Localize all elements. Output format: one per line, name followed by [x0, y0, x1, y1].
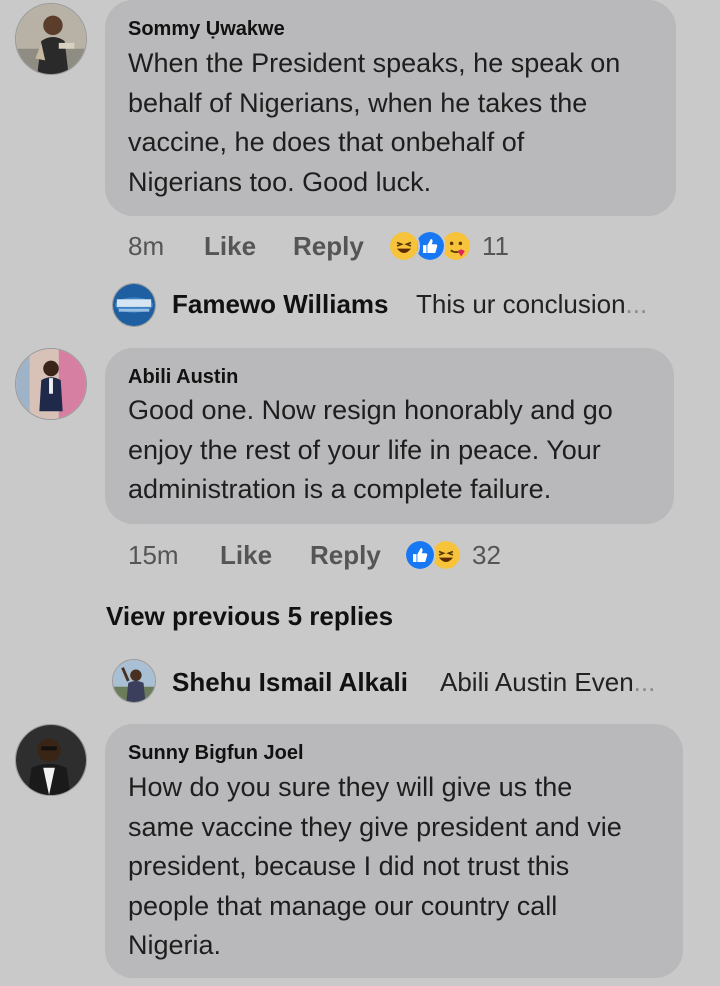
reaction-summary[interactable]: 32 [404, 539, 514, 573]
reply-text-content: This ur conclusion [416, 289, 626, 319]
reply-button[interactable]: Reply [310, 540, 381, 571]
comment-text: How do you sure they will give us the sa… [128, 772, 622, 960]
reply-text: This ur conclusion... [416, 289, 682, 320]
comment-author[interactable]: Abili Austin [128, 366, 238, 389]
comment-author[interactable]: Sommy Ụwakwe [128, 18, 285, 41]
comment-text: Good one. Now resign honorably and go en… [128, 395, 613, 504]
reply-text: Abili Austin Even... [440, 667, 682, 698]
reply-preview[interactable]: Famewo Williams This ur conclusion... [112, 283, 682, 327]
like-button[interactable]: Like [204, 231, 256, 262]
like-icon [404, 539, 436, 571]
reply-author[interactable]: Famewo Williams [172, 289, 389, 320]
avatar[interactable] [15, 724, 87, 796]
avatar[interactable] [112, 659, 156, 703]
comment-text: When the President speaks, he speak on b… [128, 48, 621, 197]
like-button[interactable]: Like [220, 540, 272, 571]
laugh-icon [388, 230, 420, 262]
reaction-count: 11 [482, 231, 509, 261]
avatar[interactable] [15, 3, 87, 75]
view-previous-replies-link[interactable]: View previous 5 replies [106, 601, 393, 632]
avatar[interactable] [112, 283, 156, 327]
reply-text-content: Abili Austin Even [440, 667, 634, 697]
reply-ellipsis: ... [633, 667, 656, 697]
reply-button[interactable]: Reply [293, 231, 364, 262]
comment-author[interactable]: Sunny Bigfun Joel [128, 742, 304, 765]
avatar[interactable] [15, 348, 87, 420]
reaction-count: 32 [472, 540, 501, 570]
comment-time[interactable]: 8m [128, 231, 164, 262]
reply-preview[interactable]: Shehu Ismail Alkali Abili Austin Even... [112, 659, 682, 703]
reply-ellipsis: ... [625, 289, 648, 319]
comment-time[interactable]: 15m [128, 540, 179, 571]
reaction-summary[interactable]: 11 [388, 230, 518, 264]
reply-author[interactable]: Shehu Ismail Alkali [172, 667, 408, 698]
